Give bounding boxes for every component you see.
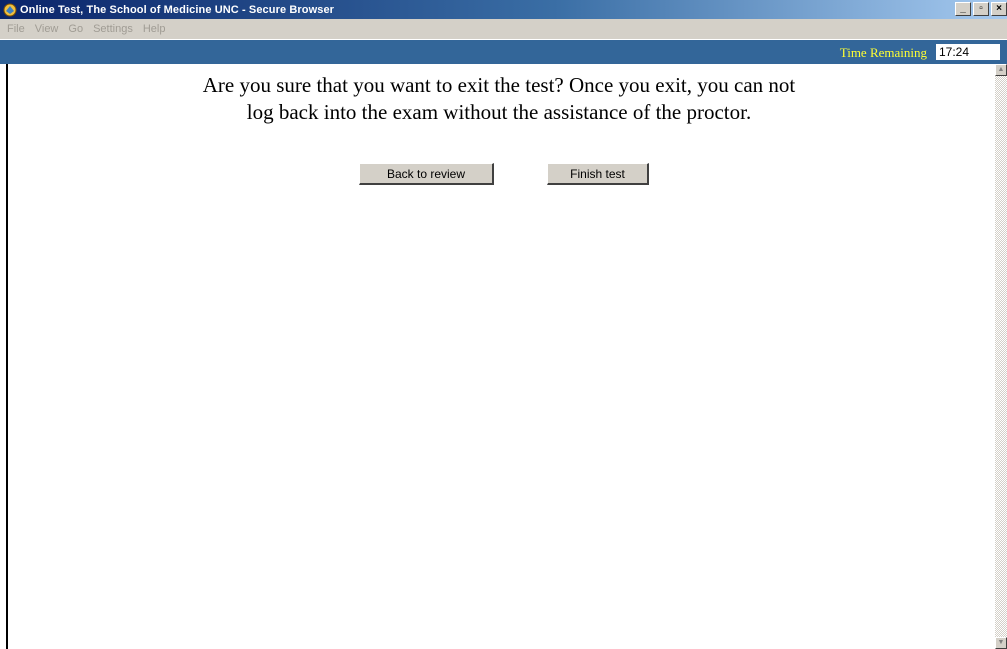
message-line-1: Are you sure that you want to exit the t… xyxy=(202,73,796,97)
menu-help[interactable]: Help xyxy=(138,23,171,35)
message-line-2: log back into the exam without the assis… xyxy=(246,100,752,124)
back-to-review-button[interactable]: Back to review xyxy=(359,163,494,185)
minimize-button[interactable]: _ xyxy=(955,2,971,16)
window-title: Online Test, The School of Medicine UNC … xyxy=(20,3,335,16)
close-button[interactable]: × xyxy=(991,2,1007,16)
window-controls: _ ▫ × xyxy=(953,2,1007,16)
menu-bar: File View Go Settings Help xyxy=(0,19,1007,39)
finish-test-button[interactable]: Finish test xyxy=(547,163,649,185)
exit-confirmation-message: Are you sure that you want to exit the t… xyxy=(8,72,990,126)
scroll-up-icon[interactable]: ▲ xyxy=(995,64,1007,76)
time-remaining-label: Time Remaining xyxy=(839,45,927,60)
header-bar: Time Remaining 17:24 xyxy=(0,40,1007,64)
window-titlebar: Online Test, The School of Medicine UNC … xyxy=(0,0,1007,19)
maximize-button[interactable]: ▫ xyxy=(973,2,989,16)
menu-go[interactable]: Go xyxy=(63,23,88,35)
time-remaining-value: 17:24 xyxy=(936,44,1000,60)
menu-settings[interactable]: Settings xyxy=(88,23,138,35)
app-icon xyxy=(3,3,17,17)
main-content: Are you sure that you want to exit the t… xyxy=(8,64,990,649)
vertical-scrollbar[interactable]: ▲ ▼ xyxy=(995,64,1007,649)
menu-view[interactable]: View xyxy=(30,23,64,35)
scroll-down-icon[interactable]: ▼ xyxy=(995,637,1007,649)
menu-file[interactable]: File xyxy=(2,23,30,35)
